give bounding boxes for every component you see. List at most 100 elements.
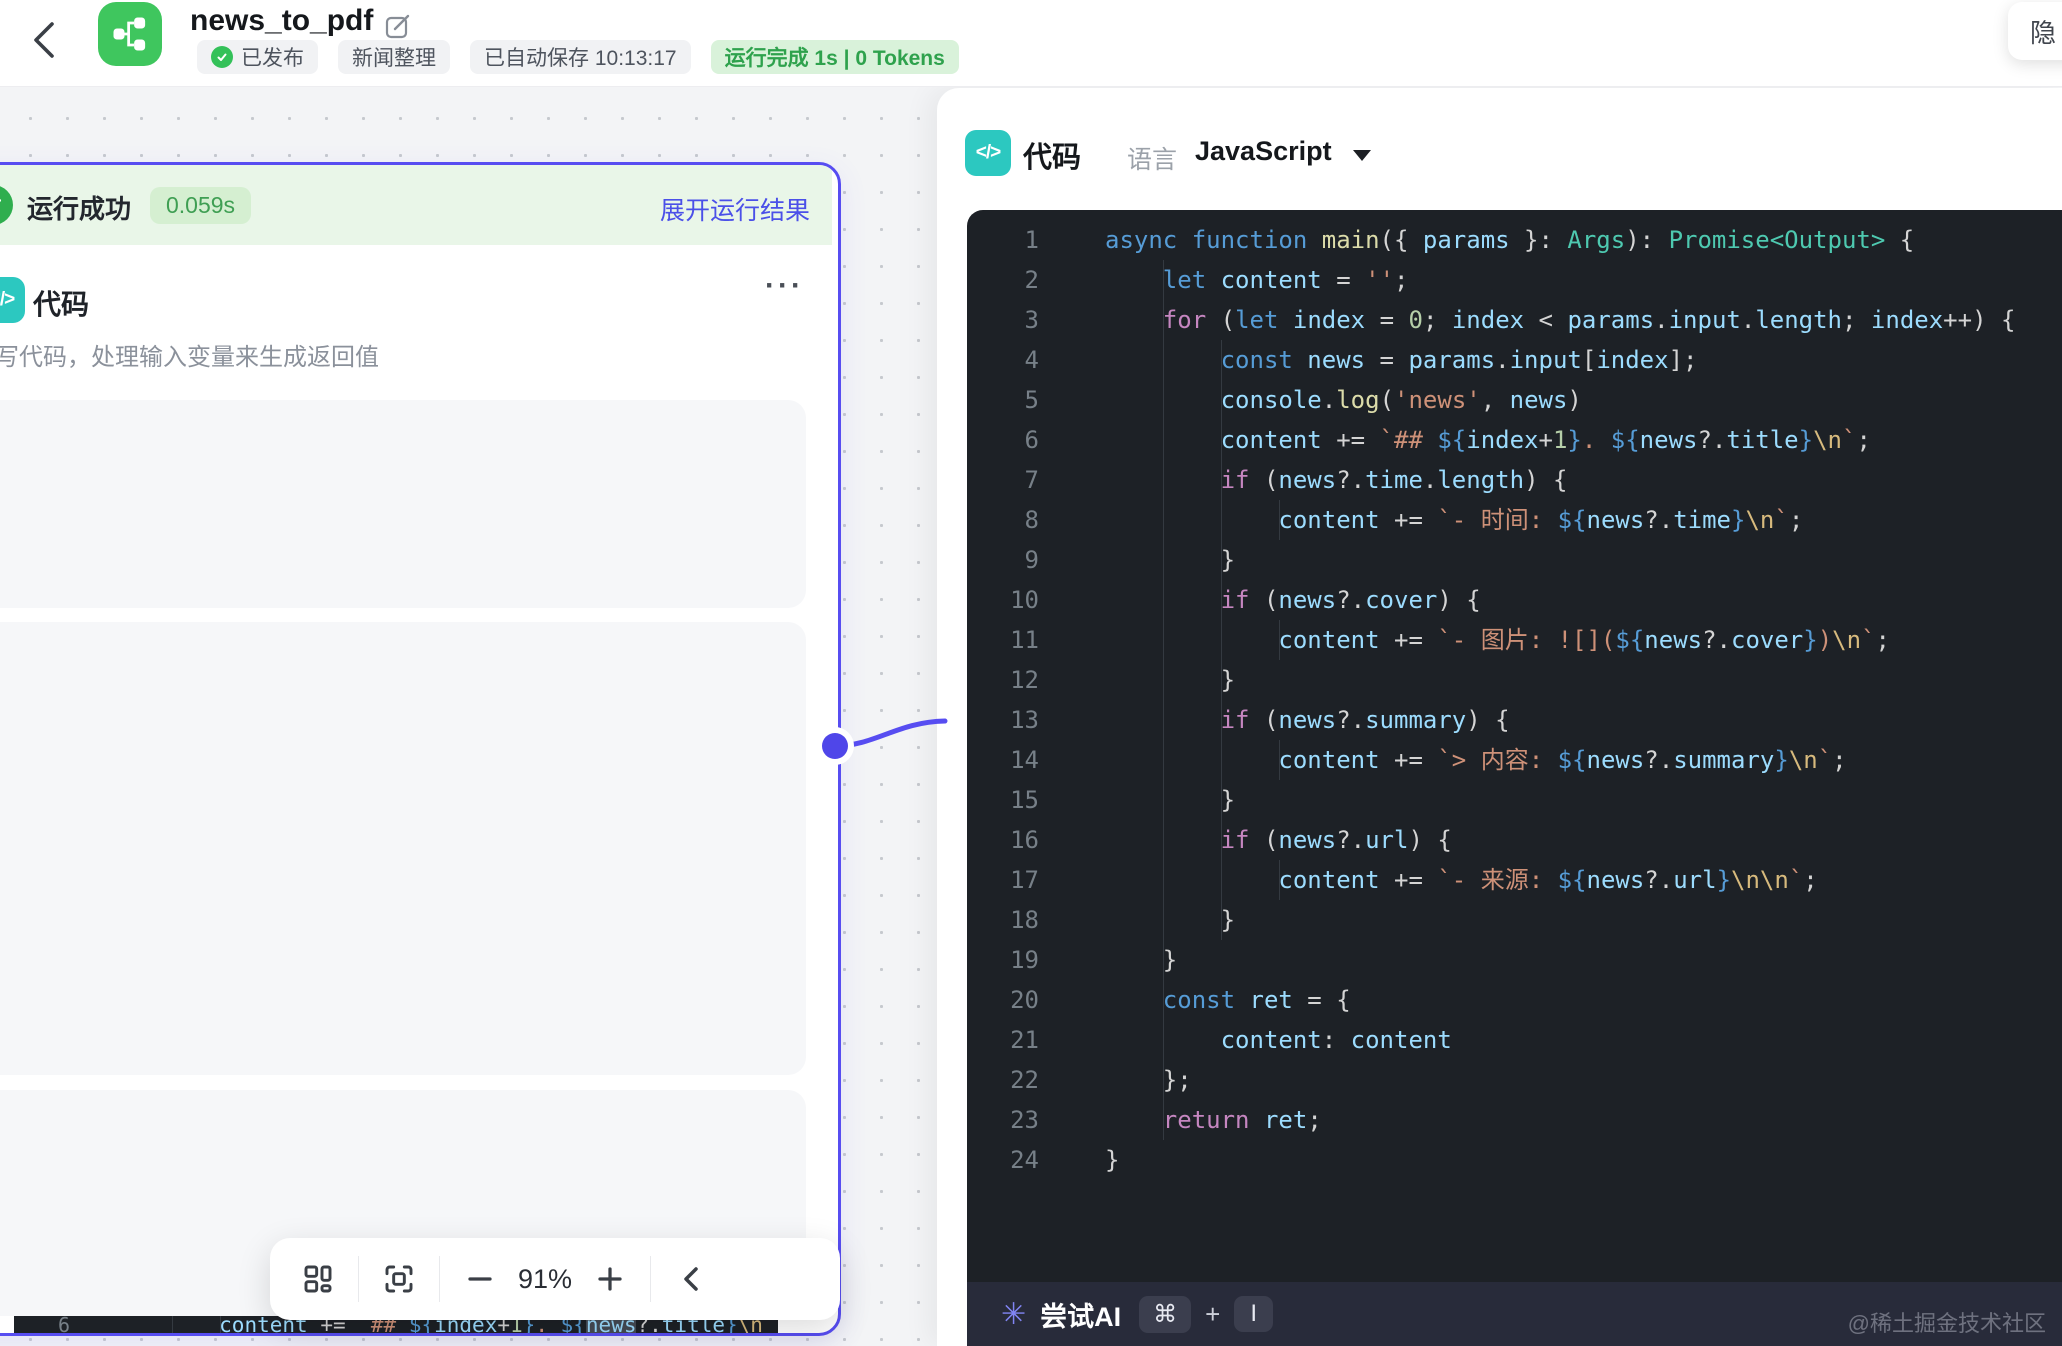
line-number: 8 <box>967 500 1039 540</box>
code-node-icon: </> <box>0 277 25 323</box>
code-text: } <box>1105 660 1235 700</box>
code-text: content += `> 内容: ${news?.summary}\n`; <box>1105 740 1847 780</box>
collapse-toolbar-button[interactable] <box>669 1257 713 1301</box>
layout-grid-button[interactable] <box>296 1257 340 1301</box>
code-text: if (news?.time.length) { <box>1105 460 1567 500</box>
code-section-card: 代码 i 在IDE中编辑 1async function main({ para… <box>0 622 806 1075</box>
input-section-card: 输入 i 参数名 参数值 input 引用 news − <box>0 400 806 608</box>
line-number: 19 <box>967 940 1039 980</box>
code-text: for (let index = 0; index < params.input… <box>1105 300 2015 340</box>
zoom-level: 91% <box>502 1264 588 1295</box>
divider <box>439 1256 440 1302</box>
code-line[interactable]: 4 const news = params.input[index]; <box>967 340 2062 380</box>
code-text: } <box>1105 540 1235 580</box>
line-number: 18 <box>967 900 1039 940</box>
code-text: content += `- 时间: ${news?.time}\n`; <box>1105 500 1803 540</box>
run-status-text: 运行成功 <box>27 189 131 226</box>
run-success-icon <box>0 185 13 225</box>
line-number: 24 <box>967 1140 1039 1180</box>
line-number: 20 <box>967 980 1039 1020</box>
code-line[interactable]: 10 if (news?.cover) { <box>967 580 2062 620</box>
line-number: 2 <box>967 260 1039 300</box>
node-menu-button[interactable]: ··· <box>765 269 804 303</box>
zoom-out-button[interactable] <box>458 1257 502 1301</box>
line-number: 3 <box>967 300 1039 340</box>
code-line[interactable]: 19 } <box>967 940 2062 980</box>
code-line[interactable]: 12 } <box>967 660 2062 700</box>
language-select[interactable]: JavaScript <box>1195 136 1332 167</box>
line-number: 23 <box>967 1100 1039 1140</box>
workflow-icon <box>108 12 152 56</box>
code-line[interactable]: 15 } <box>967 780 2062 820</box>
line-number: 22 <box>967 1060 1039 1100</box>
code-line[interactable]: 6 content += `## ${index+1}. ${news?.tit… <box>967 420 2062 460</box>
i-keycap: I <box>1234 1296 1273 1332</box>
code-text: if (news?.url) { <box>1105 820 1452 860</box>
code-line[interactable]: 1async function main({ params }: Args): … <box>967 220 2062 260</box>
code-text: } <box>1105 940 1177 980</box>
code-text: async function main({ params }: Args): P… <box>1105 220 1914 260</box>
code-text: content: content <box>1105 1020 1452 1060</box>
line-number: 9 <box>967 540 1039 580</box>
fit-view-button[interactable] <box>377 1257 421 1301</box>
minus-icon <box>465 1264 495 1294</box>
ai-assist-bar: ✳ 尝试AI ⌘ + I @稀土掘金技术社区 <box>967 1282 2062 1346</box>
watermark: @稀土掘金技术社区 <box>1848 1306 2046 1338</box>
line-number: 12 <box>967 660 1039 700</box>
code-line[interactable]: 3 for (let index = 0; index < params.inp… <box>967 300 2062 340</box>
category-badge: 新闻整理 <box>338 40 450 74</box>
code-line[interactable]: 20 const ret = { <box>967 980 2062 1020</box>
code-line[interactable]: 16 if (news?.url) { <box>967 820 2062 860</box>
zoom-in-button[interactable] <box>588 1257 632 1301</box>
try-ai-label[interactable]: 尝试AI <box>1040 1295 1121 1334</box>
line-number: 4 <box>967 340 1039 380</box>
line-number: 6 <box>967 420 1039 460</box>
code-text: const news = params.input[index]; <box>1105 340 1697 380</box>
code-line[interactable]: 5 console.log('news', news) <box>967 380 2062 420</box>
code-line[interactable]: 9 } <box>967 540 2062 580</box>
main-code-editor[interactable]: 1async function main({ params }: Args): … <box>967 210 2062 1292</box>
run-result-badge: 运行完成 1s | 0 Tokens <box>711 40 959 74</box>
code-text: } <box>1105 900 1235 940</box>
chevron-down-icon[interactable] <box>1353 150 1371 161</box>
expand-run-result-link[interactable]: 展开运行结果 <box>660 191 810 227</box>
hide-panel-button[interactable]: 隐 <box>2008 2 2062 60</box>
line-number: 15 <box>967 780 1039 820</box>
code-line[interactable]: 8 content += `- 时间: ${news?.time}\n`; <box>967 500 2062 540</box>
code-line[interactable]: 17 content += `- 来源: ${news?.url}\n\n`; <box>967 860 2062 900</box>
back-button[interactable] <box>24 16 64 64</box>
workflow-title: news_to_pdf <box>190 4 373 38</box>
chevron-left-icon <box>678 1264 704 1294</box>
line-number: 14 <box>967 740 1039 780</box>
code-text: content += `- 图片: ![](${news?.cover})\n`… <box>1105 620 1890 660</box>
code-line[interactable]: 2 let content = ''; <box>967 260 2062 300</box>
code-text: }; <box>1105 1060 1192 1100</box>
code-line[interactable]: 11 content += `- 图片: ![](${news?.cover})… <box>967 620 2062 660</box>
line-number: 5 <box>967 380 1039 420</box>
run-duration-badge: 0.059s <box>150 187 251 224</box>
code-panel-title: 代码 <box>1023 134 1081 176</box>
code-line[interactable]: 18 } <box>967 900 2062 940</box>
language-label: 语言 <box>1127 140 1177 176</box>
code-node-panel[interactable]: 运行成功 0.059s 展开运行结果 </> 代码 ··· 写代码，处理输入变量… <box>0 162 841 1336</box>
code-line[interactable]: 7 if (news?.time.length) { <box>967 460 2062 500</box>
code-line[interactable]: 21 content: content <box>967 1020 2062 1060</box>
code-text: content += `## ${index+1}. ${news?.title… <box>1105 420 1871 460</box>
line-number: 13 <box>967 700 1039 740</box>
code-line[interactable]: 23 return ret; <box>967 1100 2062 1140</box>
canvas-toolbar: 91% <box>270 1238 840 1320</box>
status-badges: 已发布 新闻整理 已自动保存 10:13:17 运行完成 1s | 0 Toke… <box>197 40 959 74</box>
code-text: if (news?.cover) { <box>1105 580 1481 620</box>
code-line[interactable]: 13 if (news?.summary) { <box>967 700 2062 740</box>
code-text: content += `- 来源: ${news?.url}\n\n`; <box>1105 860 1818 900</box>
workflow-editor: 运行成功 0.059s 展开运行结果 </> 代码 ··· 写代码，处理输入变量… <box>0 0 2062 1346</box>
line-number: 17 <box>967 860 1039 900</box>
workflow-app-icon <box>98 2 162 66</box>
plus-icon <box>595 1264 625 1294</box>
rename-icon[interactable] <box>384 12 412 40</box>
code-line[interactable]: 24} <box>967 1140 2062 1180</box>
code-line[interactable]: 22 }; <box>967 1060 2062 1100</box>
code-text: } <box>1105 1140 1119 1180</box>
code-text: const ret = { <box>1105 980 1351 1020</box>
code-line[interactable]: 14 content += `> 内容: ${news?.summary}\n`… <box>967 740 2062 780</box>
